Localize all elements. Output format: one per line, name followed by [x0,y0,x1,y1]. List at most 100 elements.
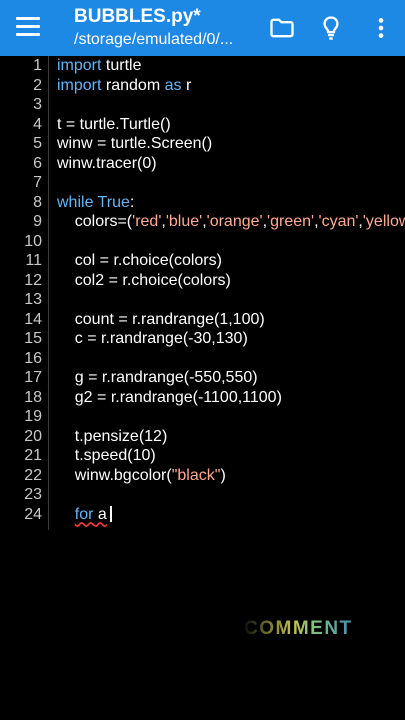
menu-icon[interactable] [16,17,40,39]
line-number: 13 [24,291,42,308]
code-text[interactable]: count = r.randrange(1,100) [57,310,265,330]
code-token: r [181,76,192,94]
code-text[interactable]: t.pensize(12) [57,427,168,447]
code-token: random [101,76,165,94]
line-number: 12 [24,271,42,289]
code-line[interactable]: 15 c = r.randrange(-30,130) [0,329,405,349]
line-number: 20 [24,427,42,445]
folder-icon[interactable] [268,14,296,42]
line-number: 14 [24,310,42,328]
code-token: g2 = r.randrange(-1100,1100) [57,388,282,406]
line-number: 10 [24,232,42,250]
code-token: turtle [101,57,142,74]
code-token: t.pensize(12) [57,427,168,445]
code-line[interactable]: 20 t.pensize(12) [0,427,405,447]
keyword-token: while True [57,193,130,211]
code-line[interactable]: 11 col = r.choice(colors) [0,251,405,271]
code-line[interactable]: 4 t = turtle.Turtle() [0,115,405,135]
code-token: c = r.randrange(-30,130) [57,330,248,347]
line-number: 23 [24,486,42,503]
code-text[interactable]: c = r.randrange(-30,130) [57,329,248,349]
code-line[interactable]: 7 [0,173,405,193]
code-line[interactable]: 19 [0,407,405,427]
code-token: col = r.choice(colors) [57,252,222,269]
line-number: 2 [33,76,42,94]
string-token: "black" [171,466,221,484]
code-line[interactable]: 23 [0,485,405,505]
text-cursor [109,505,112,522]
more-vert-icon[interactable] [367,14,395,42]
code-line[interactable]: 5 winw = turtle.Screen() [0,134,405,154]
code-line[interactable]: 3 [0,95,405,115]
code-token: a [93,505,107,523]
line-number: 18 [24,388,42,406]
code-line[interactable]: 2 import random as r [0,76,405,96]
line-number: 19 [24,408,42,425]
keyword-token: as [164,76,182,94]
code-text[interactable]: col2 = r.choice(colors) [57,271,231,291]
code-text[interactable]: import random as r [57,76,191,96]
code-line[interactable]: 24 for a [0,505,405,525]
line-number: 11 [25,252,42,269]
file-path: /storage/emulated/0/... [74,31,234,48]
line-number: 21 [24,447,42,464]
line-number: 16 [24,349,42,367]
code-text[interactable]: winw.tracer(0) [57,154,157,174]
code-line[interactable]: 16 [0,349,405,369]
line-number: 9 [33,213,42,230]
line-number: 6 [33,154,42,172]
code-token: winw = turtle.Screen() [57,135,213,152]
code-line[interactable]: 21 t.speed(10) [0,446,405,466]
code-line[interactable]: 6 winw.tracer(0) [0,154,405,174]
code-line[interactable]: 1 import turtle [0,56,405,76]
string-token: 'blue' [165,213,203,230]
line-number: 15 [24,330,42,347]
code-line[interactable]: 14 count = r.randrange(1,100) [0,310,405,330]
code-token: count = r.randrange(1,100) [57,310,265,328]
code-line[interactable]: 10 [0,232,405,252]
lightbulb-icon[interactable] [317,14,345,42]
code-token: : [129,193,135,211]
code-line[interactable]: 12 col2 = r.choice(colors) [0,271,405,291]
code-line[interactable]: 17 g = r.randrange(-550,550) [0,368,405,388]
code-line[interactable]: 8 while True: [0,193,405,213]
code-text[interactable]: colors=('red','blue','orange','green','c… [57,212,405,232]
code-text[interactable]: while True: [57,193,134,213]
line-number: 8 [33,193,42,211]
code-text[interactable]: t = turtle.Turtle() [57,115,171,135]
keyword-token: import [57,76,102,94]
code-text[interactable]: winw.bgcolor("black") [57,466,226,486]
app-toolbar: BUBBLES.py* /storage/emulated/0/... [0,0,405,56]
code-token: winw.tracer(0) [57,154,157,172]
comment-watermark: COMMENT [244,618,353,639]
line-number: 1 [33,57,42,74]
code-line[interactable]: 22 winw.bgcolor("black") [0,466,405,486]
code-text[interactable]: winw = turtle.Screen() [57,134,212,154]
code-line[interactable]: 9 colors=('red','blue','orange','green',… [0,212,405,232]
file-title-area: BUBBLES.py* /storage/emulated/0/... [74,6,274,52]
line-number: 7 [33,174,42,191]
string-token: 'green' [267,213,315,230]
keyword-token: for [74,505,94,523]
code-text[interactable]: import turtle [57,56,141,76]
string-token: 'yellow [362,213,405,230]
line-number: 24 [24,505,42,523]
code-text[interactable]: g2 = r.randrange(-1100,1100) [57,388,282,408]
keyword-token: import [57,57,102,74]
string-token: 'orange' [206,213,263,230]
line-number: 22 [24,466,42,484]
code-token: col2 = r.choice(colors) [57,271,231,289]
line-number: 3 [33,96,42,113]
code-text[interactable]: for a [57,505,112,525]
code-text[interactable]: g = r.randrange(-550,550) [57,368,258,388]
code-line[interactable]: 13 [0,290,405,310]
code-editor[interactable]: 1 import turtle 2 import random as r 3 4 t = t… [0,56,405,536]
code-token: colors=( [57,213,133,230]
line-number: 5 [33,135,42,152]
code-token: g = r.randrange(-550,550) [57,369,258,386]
code-text[interactable]: t.speed(10) [57,446,156,466]
code-line[interactable]: 18 g2 = r.randrange(-1100,1100) [0,388,405,408]
file-name: BUBBLES.py* [74,6,201,27]
code-text[interactable]: col = r.choice(colors) [57,251,222,271]
